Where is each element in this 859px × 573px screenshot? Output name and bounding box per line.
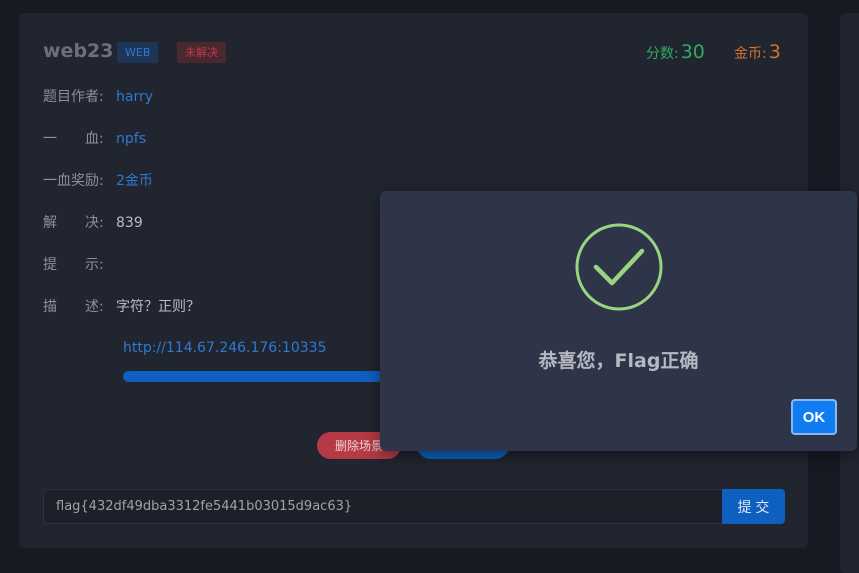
flag-input[interactable]: flag{432df49dba3312fe5441b03015d9ac63} xyxy=(43,489,734,524)
info-row-reward: 一血奖励: 2金币 xyxy=(43,171,153,191)
first-blood-link[interactable]: npfs xyxy=(116,131,146,147)
info-label: 解 决: xyxy=(43,215,104,231)
info-row-first-blood: 一 血: npfs xyxy=(43,129,146,149)
info-row-hint: 提 示: xyxy=(43,255,116,275)
instance-url-link[interactable]: http://114.67.246.176:10335 xyxy=(123,340,326,356)
category-badge: WEB xyxy=(117,42,159,63)
info-label: 题目作者: xyxy=(43,89,104,105)
solves-value: 839 xyxy=(116,215,143,231)
info-label: 一血奖励: xyxy=(43,173,104,189)
info-row-solves: 解 决: 839 xyxy=(43,213,143,233)
reward-value: 2金币 xyxy=(116,173,153,189)
success-message: 恭喜您，Flag正确 xyxy=(538,350,699,372)
coins-display: 金币: 3 xyxy=(734,41,781,63)
success-dialog: 恭喜您，Flag正确 OK xyxy=(380,191,857,451)
points-display: 分数: 30 xyxy=(646,41,705,63)
info-label: 一 血: xyxy=(43,131,104,147)
flag-submit-row: flag{432df49dba3312fe5441b03015d9ac63} 提… xyxy=(43,489,785,524)
coins-value: 3 xyxy=(768,41,781,63)
points-label: 分数: xyxy=(646,46,679,62)
info-row-description: 描 述: 字符？正则？ xyxy=(43,297,200,317)
check-circle-icon xyxy=(575,223,663,311)
status-badge: 未解决 xyxy=(177,42,226,63)
challenge-title: web23 xyxy=(43,40,114,62)
author-link[interactable]: harry xyxy=(116,89,153,105)
submit-flag-button[interactable]: 提 交 xyxy=(722,489,785,524)
info-label: 描 述: xyxy=(43,299,104,315)
description-value: 字符？正则？ xyxy=(116,299,200,315)
points-value: 30 xyxy=(680,41,705,63)
coins-label: 金币: xyxy=(734,46,767,62)
ok-button[interactable]: OK xyxy=(791,399,837,435)
info-label: 提 示: xyxy=(43,257,104,273)
info-row-author: 题目作者: harry xyxy=(43,87,153,107)
